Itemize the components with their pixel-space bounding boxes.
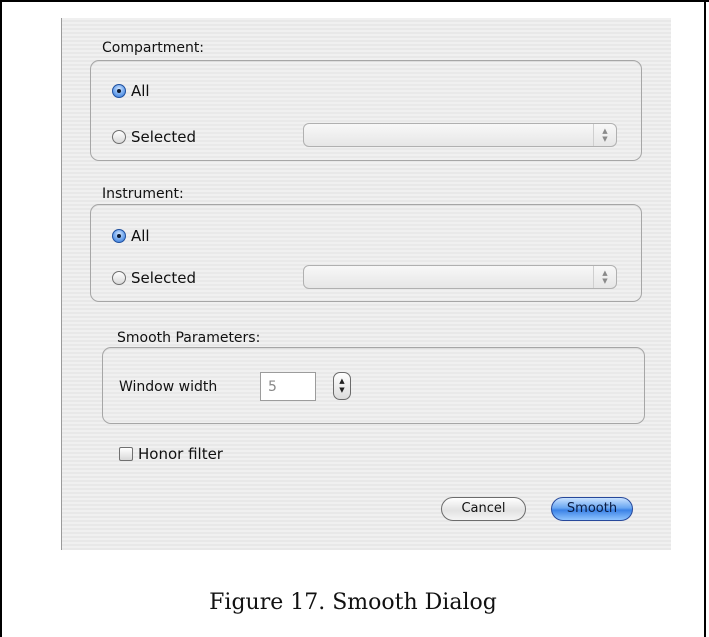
figure-border-right: [704, 0, 706, 637]
smooth-parameters-title: Smooth Parameters:: [117, 330, 261, 346]
honor-filter-label: Honor filter: [138, 445, 223, 463]
smooth-dialog: Compartment: All Selected ▲ ▼ Instrument:…: [61, 18, 671, 550]
instrument-popup[interactable]: ▲ ▼: [303, 265, 617, 289]
instrument-selected-label: Selected: [131, 269, 197, 287]
instrument-selected-radio[interactable]: Selected: [112, 268, 196, 288]
instrument-group-title: Instrument:: [102, 186, 184, 202]
figure-border-left: [0, 0, 2, 637]
figure-caption: Figure 17. Smooth Dialog: [209, 590, 497, 615]
compartment-selected-label: Selected: [131, 128, 197, 146]
window-width-label: Window width: [119, 379, 218, 395]
instrument-all-label: All: [131, 227, 150, 245]
compartment-group-title: Compartment:: [102, 40, 205, 56]
stepper-up-icon: ▲: [339, 377, 345, 385]
compartment-selected-radio[interactable]: Selected: [112, 127, 196, 147]
popup-arrows-icon: ▲ ▼: [593, 124, 616, 146]
smooth-button[interactable]: Smooth: [551, 497, 633, 521]
cancel-button[interactable]: Cancel: [441, 497, 526, 521]
radio-selected-icon: [112, 229, 126, 243]
radio-unselected-icon: [112, 271, 126, 285]
radio-selected-icon: [112, 84, 126, 98]
popup-arrows-icon: ▲ ▼: [593, 266, 616, 288]
compartment-all-radio[interactable]: All: [112, 81, 150, 101]
compartment-all-label: All: [131, 82, 150, 100]
instrument-all-radio[interactable]: All: [112, 226, 150, 246]
figure-border-top: [0, 0, 709, 2]
window-width-input[interactable]: 5: [260, 372, 316, 401]
window-width-stepper[interactable]: ▲ ▼: [333, 372, 351, 400]
stepper-down-icon: ▼: [339, 386, 345, 394]
compartment-popup[interactable]: ▲ ▼: [303, 123, 617, 147]
radio-unselected-icon: [112, 130, 126, 144]
honor-filter-checkbox[interactable]: [119, 447, 133, 461]
